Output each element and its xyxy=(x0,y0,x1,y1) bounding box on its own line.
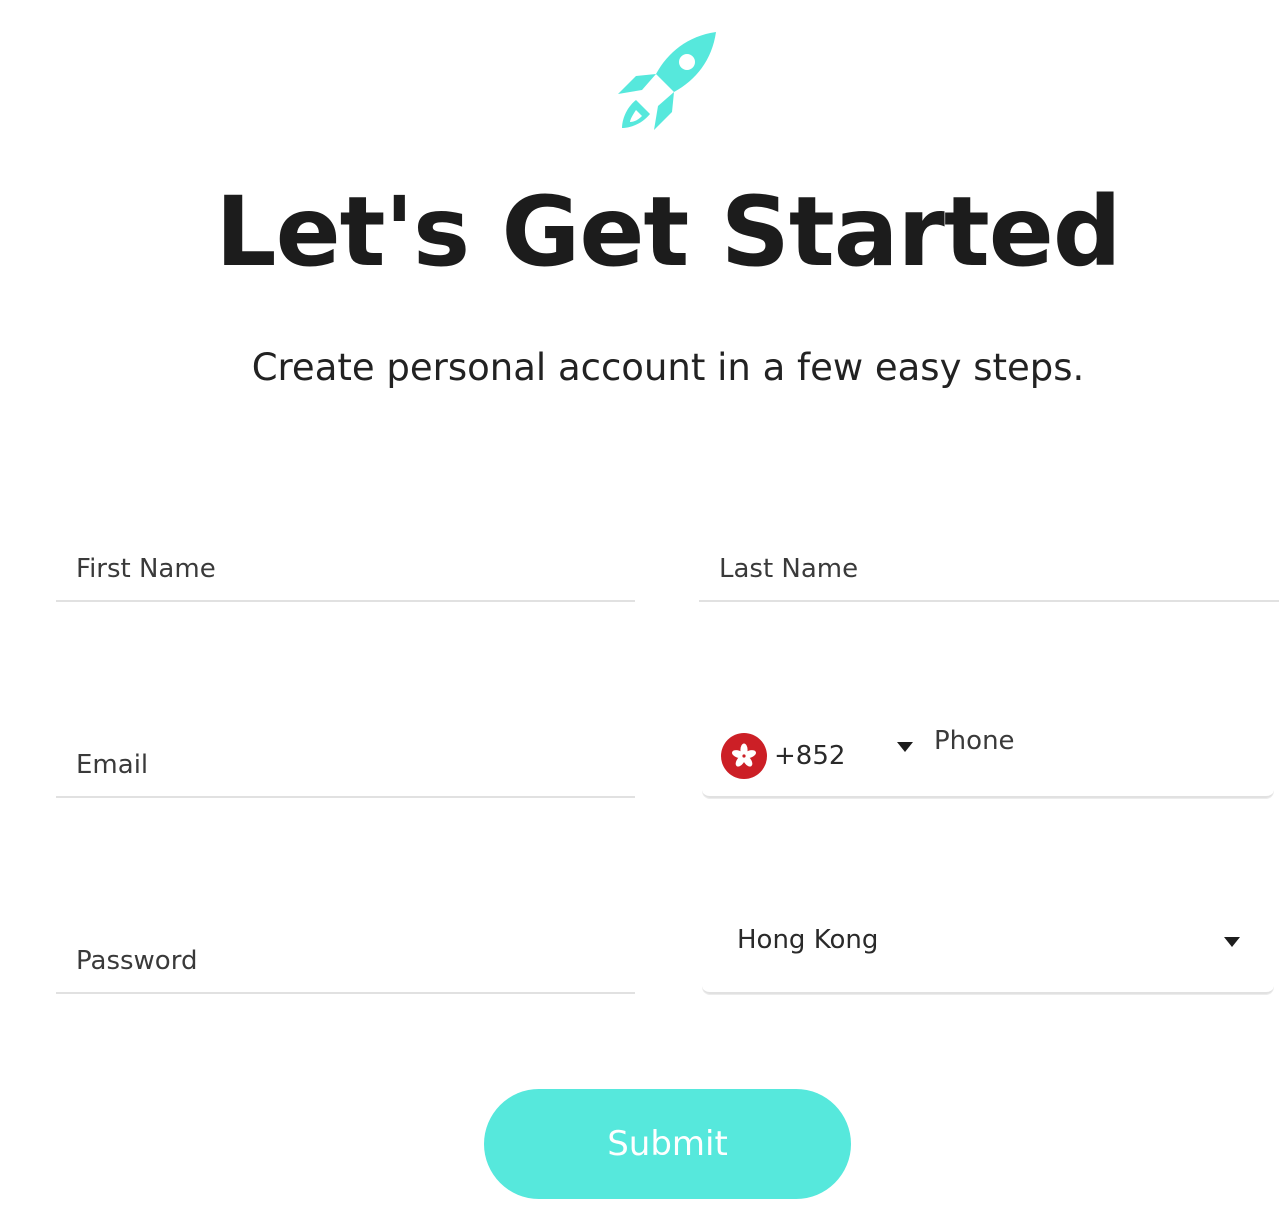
last-name-field xyxy=(699,540,1279,602)
phone-input[interactable] xyxy=(934,712,1264,770)
chevron-down-icon xyxy=(1224,937,1240,947)
hong-kong-flag-icon xyxy=(721,733,767,779)
dial-code: +852 xyxy=(774,741,846,771)
password-input[interactable] xyxy=(76,932,625,990)
page-title: Let's Get Started xyxy=(215,176,1121,288)
rocket-icon xyxy=(612,30,722,135)
country-value: Hong Kong xyxy=(737,925,879,955)
password-field xyxy=(56,932,635,994)
submit-button[interactable]: Submit xyxy=(484,1089,851,1199)
phone-field: +852 xyxy=(702,712,1274,798)
email-input[interactable] xyxy=(76,736,625,794)
first-name-input[interactable] xyxy=(76,540,625,598)
chevron-down-icon xyxy=(897,742,913,752)
email-field xyxy=(56,736,635,798)
country-code-selector[interactable]: +852 xyxy=(702,718,922,794)
country-select[interactable]: Hong Kong xyxy=(702,914,1274,994)
page-subtitle: Create personal account in a few easy st… xyxy=(251,346,1085,389)
first-name-field xyxy=(56,540,635,602)
last-name-input[interactable] xyxy=(719,540,1269,598)
